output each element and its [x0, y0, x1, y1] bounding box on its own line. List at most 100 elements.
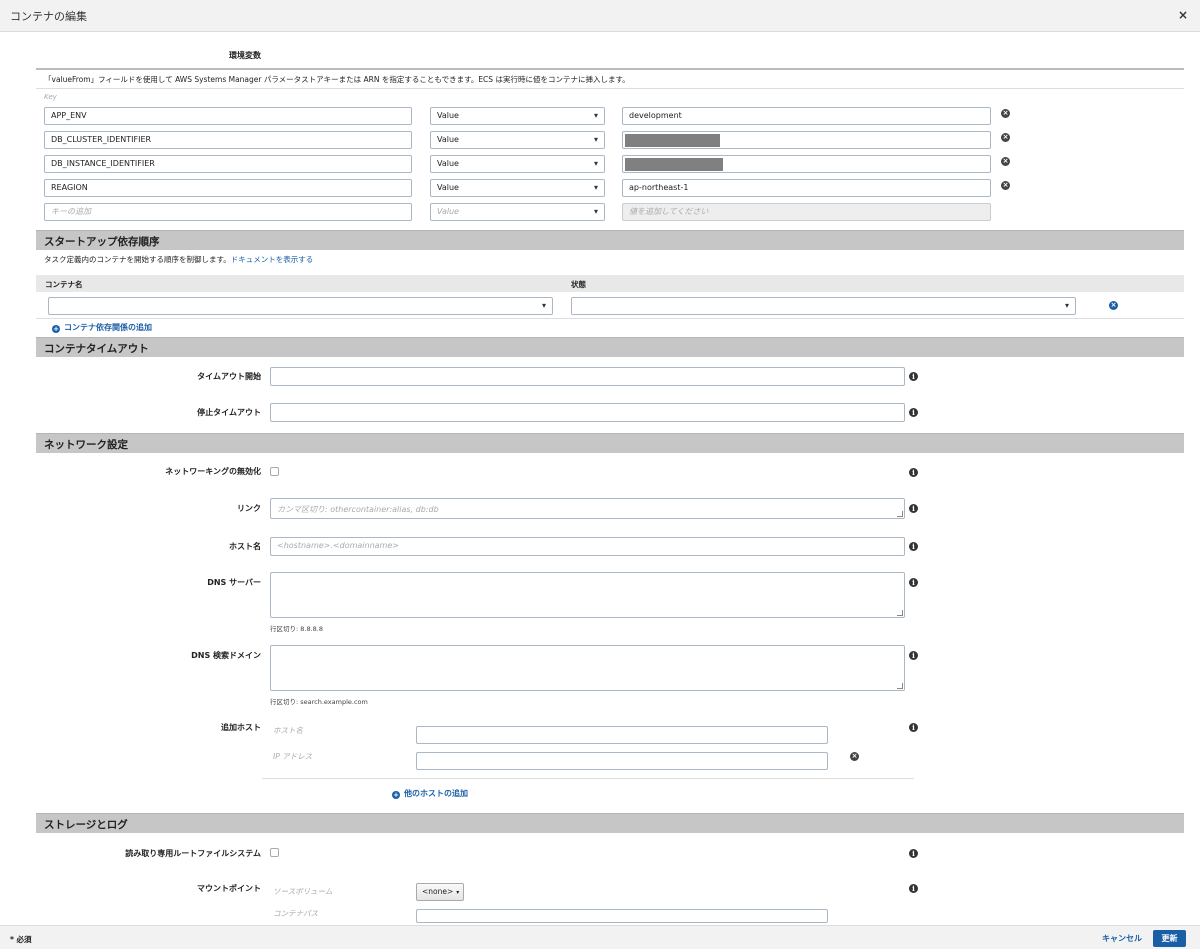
stop-timeout-input[interactable] — [270, 403, 905, 422]
readonly-rootfs-checkbox[interactable] — [270, 848, 279, 857]
links-placeholder: カンマ区切り: othercontainer:alias, db:db — [277, 505, 439, 514]
update-button[interactable]: 更新 — [1153, 930, 1186, 947]
env-description: 「valueFrom」フィールドを使用して AWS Systems Manage… — [44, 75, 630, 84]
container-path-label: コンテナパス — [273, 909, 318, 918]
info-icon[interactable]: i — [909, 468, 918, 477]
caret-down-icon: ▾ — [593, 183, 598, 192]
env-key-input[interactable]: REAGION — [44, 179, 412, 197]
env-type-select[interactable]: Value ▾ — [430, 179, 605, 197]
env-type-label: Value — [437, 159, 459, 168]
cancel-button[interactable]: キャンセル — [1102, 933, 1142, 944]
timeout-section-header: コンテナタイムアウト — [36, 337, 1184, 357]
remove-env-icon[interactable]: × — [1001, 157, 1010, 166]
new-type-label: Value — [437, 207, 460, 216]
info-icon[interactable]: i — [909, 542, 918, 551]
caret-down-icon: ▾ — [541, 301, 546, 310]
startup-heading: スタートアップ依存順序 — [44, 236, 160, 248]
source-volume-label: ソースボリューム — [273, 887, 333, 896]
required-note: * 必須 — [10, 935, 32, 944]
start-timeout-label: タイムアウト開始 — [197, 372, 261, 381]
new-value-input[interactable]: 値を追加してください — [622, 203, 991, 221]
env-type-select[interactable]: Value ▾ — [430, 131, 605, 149]
env-heading: 環境変数 — [229, 51, 261, 60]
env-value-input[interactable]: development — [622, 107, 991, 125]
info-icon[interactable]: i — [909, 723, 918, 732]
extra-hosts-label: 追加ホスト — [221, 723, 261, 732]
new-key-input[interactable]: キーの追加 — [44, 203, 412, 221]
caret-down-icon: ▾ — [593, 207, 598, 216]
resize-grip-icon[interactable] — [897, 610, 903, 616]
dns-servers-textarea[interactable] — [270, 572, 905, 618]
add-dependency-label: コンテナ依存関係の追加 — [64, 323, 152, 332]
dependency-container-select[interactable]: ▾ — [48, 297, 553, 315]
caret-down-icon: ▾ — [593, 135, 598, 144]
extra-host-name-input[interactable] — [416, 726, 828, 744]
redacted-value — [625, 158, 723, 171]
links-label: リンク — [237, 504, 261, 513]
env-key-input[interactable]: DB_INSTANCE_IDENTIFIER — [44, 155, 412, 173]
hostname-input[interactable]: <hostname>.<domainname> — [270, 537, 905, 556]
dialog-header: コンテナの編集 × — [0, 0, 1200, 32]
mount-points-label: マウントポイント — [197, 884, 261, 893]
stop-timeout-label: 停止タイムアウト — [197, 408, 261, 417]
env-divider-2 — [36, 88, 1184, 89]
remove-env-icon[interactable]: × — [1001, 133, 1010, 142]
plus-icon: + — [392, 791, 400, 799]
startup-description-text: タスク定義内のコンテナを開始する順序を制御します。 — [44, 255, 231, 264]
add-host-label: 他のホストの追加 — [404, 789, 468, 798]
source-volume-select[interactable]: <none> ▾ — [416, 883, 464, 901]
remove-env-icon[interactable]: × — [1001, 181, 1010, 190]
plus-icon: + — [52, 325, 60, 333]
doc-link[interactable]: ドキュメントを表示する — [231, 255, 314, 264]
info-icon[interactable]: i — [909, 504, 918, 513]
disable-networking-checkbox[interactable] — [270, 467, 279, 476]
resize-grip-icon[interactable] — [897, 683, 903, 689]
info-icon[interactable]: i — [909, 651, 918, 660]
startup-section-header: スタートアップ依存順序 — [36, 230, 1184, 250]
add-dependency-link[interactable]: + コンテナ依存関係の追加 — [52, 322, 152, 333]
env-type-label: Value — [437, 111, 459, 120]
links-textarea[interactable]: カンマ区切り: othercontainer:alias, db:db — [270, 498, 905, 519]
env-divider — [36, 68, 1184, 70]
env-key-input[interactable]: APP_ENV — [44, 107, 412, 125]
dependency-state-select[interactable]: ▾ — [571, 297, 1076, 315]
caret-down-icon: ▾ — [1064, 301, 1069, 310]
readonly-rootfs-label: 読み取り専用ルートファイルシステム — [125, 849, 261, 858]
info-icon[interactable]: i — [909, 578, 918, 587]
env-type-label: Value — [437, 135, 459, 144]
info-icon[interactable]: i — [909, 884, 918, 893]
caret-down-icon: ▾ — [593, 159, 598, 168]
redacted-value — [625, 134, 720, 147]
remove-host-icon[interactable]: × — [850, 752, 859, 761]
dns-servers-hint: 行区切り: 8.8.8.8 — [270, 625, 323, 633]
remove-env-icon[interactable]: × — [1001, 109, 1010, 118]
caret-down-icon: ▾ — [593, 111, 598, 120]
new-type-select[interactable]: Value ▾ — [430, 203, 605, 221]
remove-dependency-icon[interactable]: × — [1109, 301, 1118, 310]
extra-host-ip-input[interactable] — [416, 752, 828, 770]
container-path-input[interactable] — [416, 909, 828, 923]
info-icon[interactable]: i — [909, 849, 918, 858]
env-key-input[interactable]: DB_CLUSTER_IDENTIFIER — [44, 131, 412, 149]
dialog-title: コンテナの編集 — [10, 10, 87, 23]
info-icon[interactable]: i — [909, 372, 918, 381]
source-volume-value: <none> — [422, 887, 454, 896]
caret-down-icon: ▾ — [456, 889, 460, 896]
storage-section-header: ストレージとログ — [36, 813, 1184, 833]
disable-networking-label: ネットワーキングの無効化 — [165, 467, 261, 476]
env-value-input[interactable]: ap-northeast-1 — [622, 179, 991, 197]
network-section-header: ネットワーク設定 — [36, 433, 1184, 453]
env-type-select[interactable]: Value ▾ — [430, 107, 605, 125]
close-icon[interactable]: × — [1178, 8, 1188, 22]
network-heading: ネットワーク設定 — [44, 439, 128, 451]
timeout-heading: コンテナタイムアウト — [44, 343, 149, 355]
dns-search-textarea[interactable] — [270, 645, 905, 691]
col-state: 状態 — [571, 280, 586, 289]
start-timeout-input[interactable] — [270, 367, 905, 386]
col-container-name: コンテナ名 — [45, 280, 83, 289]
info-icon[interactable]: i — [909, 408, 918, 417]
env-type-select[interactable]: Value ▾ — [430, 155, 605, 173]
dns-servers-label: DNS サーバー — [207, 578, 261, 587]
resize-grip-icon[interactable] — [897, 511, 903, 517]
add-host-link[interactable]: + 他のホストの追加 — [392, 788, 468, 799]
